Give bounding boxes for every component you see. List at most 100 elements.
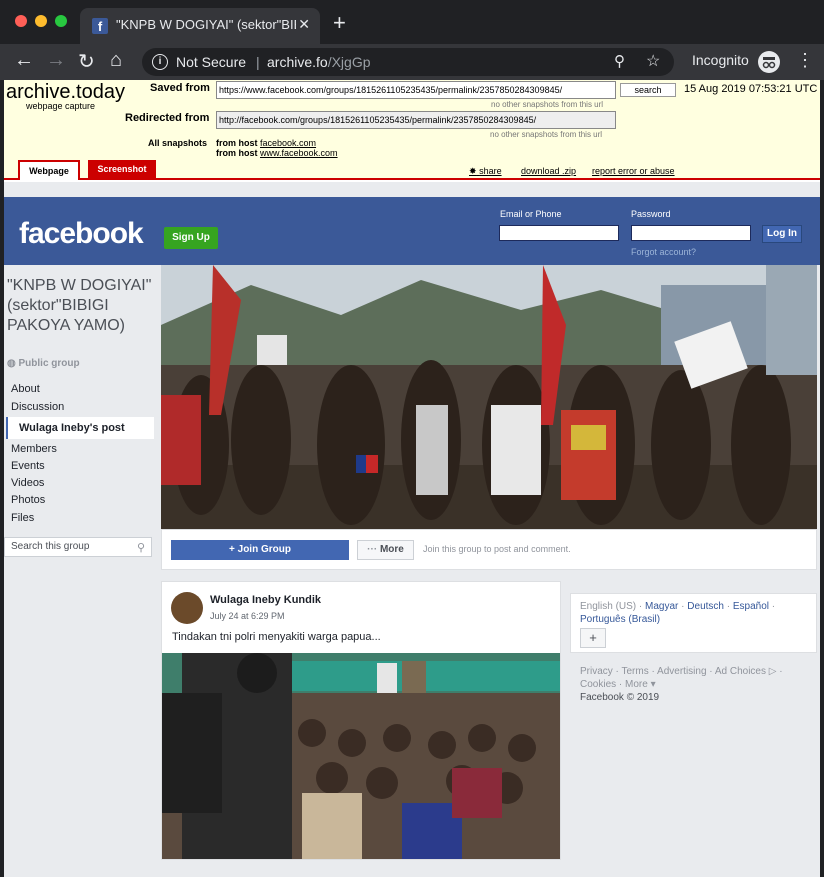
- url-host: archive.fo: [267, 54, 328, 70]
- post-photo[interactable]: [162, 653, 560, 859]
- download-link[interactable]: download .zip: [521, 166, 576, 176]
- current-language: English (US): [580, 601, 637, 612]
- privacy-label: Public group: [18, 358, 80, 369]
- sidebar-item-about[interactable]: About: [6, 381, 154, 398]
- facebook-logo[interactable]: facebook: [19, 217, 144, 251]
- minimize-window-button[interactable]: [35, 15, 47, 27]
- signup-button[interactable]: Sign Up: [164, 227, 218, 249]
- language-link-portugues[interactable]: Português (Brasil): [580, 614, 660, 625]
- incognito-icon[interactable]: [758, 51, 780, 73]
- password-input[interactable]: [631, 225, 751, 241]
- more-label: More: [379, 544, 404, 555]
- more-button[interactable]: ··· More: [357, 540, 414, 560]
- url-path: /XjgGp: [327, 54, 371, 70]
- join-hint: Join this group to post and comment.: [423, 544, 571, 554]
- footer-links[interactable]: Privacy · Terms · Advertising · Ad Choic…: [580, 665, 810, 691]
- close-window-button[interactable]: [15, 15, 27, 27]
- saved-from-label: Saved from: [150, 82, 210, 94]
- sidebar-item-events[interactable]: Events: [6, 458, 154, 475]
- host-link-www-facebook[interactable]: www.facebook.com: [260, 148, 338, 158]
- email-input[interactable]: [499, 225, 619, 241]
- all-snapshots-label: All snapshots: [148, 138, 208, 148]
- home-icon[interactable]: ⌂: [110, 49, 122, 72]
- share-icon: ✸: [469, 166, 477, 176]
- join-bar: + Join Group ··· More Join this group to…: [161, 529, 817, 570]
- browser-toolbar: ← → ↻ ⌂ i Not Secure | archive.fo/XjgGp …: [0, 44, 824, 80]
- info-icon[interactable]: i: [152, 54, 168, 70]
- archive-header: archive.today webpage capture Saved from…: [4, 80, 820, 180]
- share-label: share: [479, 166, 502, 176]
- browser-tab[interactable]: f "KNPB W DOGIYAI" (sektor"BIBI ✕: [80, 8, 320, 44]
- post-card: Wulaga Ineby Kundik July 24 at 6:29 PM T…: [161, 581, 561, 860]
- page-viewport: archive.today webpage capture Saved from…: [4, 80, 820, 877]
- tab-screenshot[interactable]: Screenshot: [88, 160, 156, 180]
- join-group-button[interactable]: + Join Group: [171, 540, 349, 560]
- more-languages-button[interactable]: +: [580, 628, 606, 648]
- bookmark-star-icon[interactable]: ☆: [646, 51, 660, 71]
- separator: |: [256, 54, 260, 70]
- saved-from-field[interactable]: https://www.facebook.com/groups/18152611…: [216, 81, 616, 99]
- browser-menu-icon[interactable]: ⋮: [796, 50, 814, 71]
- snapshot-hosts: from host facebook.com from host www.fac…: [216, 138, 338, 158]
- redirected-from-field[interactable]: http://facebook.com/groups/1815261105235…: [216, 111, 616, 129]
- post-text: Tindakan tni polri menyakiti warga papua…: [172, 631, 381, 643]
- tab-webpage[interactable]: Webpage: [18, 160, 80, 180]
- snapshot-note-2: no other snapshots from this url: [490, 130, 603, 139]
- group-search-input[interactable]: Search this group ⚲: [4, 537, 152, 557]
- sidebar-item-files[interactable]: Files: [6, 510, 154, 527]
- host-prefix: from host: [216, 138, 258, 148]
- facebook-header: facebook Sign Up Email or Phone Password…: [4, 197, 820, 265]
- host-link-facebook[interactable]: facebook.com: [260, 138, 316, 148]
- globe-icon: ◍: [7, 358, 16, 369]
- footer: Privacy · Terms · Advertising · Ad Choic…: [580, 665, 810, 704]
- snapshot-note: no other snapshots from this url: [491, 100, 604, 109]
- redirected-from-label: Redirected from: [125, 112, 210, 124]
- group-search-placeholder: Search this group: [11, 541, 90, 552]
- cover-photo[interactable]: [161, 265, 817, 529]
- forgot-account-link[interactable]: Forgot account?: [631, 247, 696, 257]
- language-link-espanol[interactable]: Español: [733, 601, 769, 612]
- sidebar-item-discussion[interactable]: Discussion: [6, 399, 154, 416]
- capture-date: 15 Aug 2019 07:53:21 UTC: [684, 83, 818, 95]
- post-timestamp[interactable]: July 24 at 6:29 PM: [210, 611, 285, 621]
- forward-icon[interactable]: →: [46, 49, 66, 72]
- author-avatar[interactable]: [171, 592, 203, 624]
- share-link[interactable]: ✸ share: [469, 166, 502, 177]
- footer-copyright: Facebook © 2019: [580, 692, 660, 703]
- zoom-icon[interactable]: ⚲: [614, 52, 625, 70]
- ellipsis-icon: ···: [367, 544, 378, 555]
- back-icon[interactable]: ←: [14, 49, 34, 72]
- browser-tab-strip: f "KNPB W DOGIYAI" (sektor"BIBI ✕ +: [0, 0, 824, 44]
- sidebar-item-photos[interactable]: Photos: [6, 492, 154, 509]
- language-box: English (US) · Magyar · Deutsch · Españo…: [570, 593, 817, 653]
- new-tab-icon[interactable]: +: [333, 10, 346, 36]
- security-label: Not Secure: [176, 54, 247, 70]
- archive-subtitle: webpage capture: [26, 101, 96, 111]
- incognito-label: Incognito: [692, 52, 749, 68]
- language-link-magyar[interactable]: Magyar: [645, 601, 678, 612]
- search-icon[interactable]: ⚲: [137, 541, 145, 554]
- spacer: [4, 182, 820, 197]
- sidebar-item-videos[interactable]: Videos: [6, 475, 154, 492]
- tab-title: "KNPB W DOGIYAI" (sektor"BIBI: [116, 17, 296, 32]
- login-button[interactable]: Log In: [762, 225, 802, 243]
- sidebar-item-post[interactable]: Wulaga Ineby's post: [6, 417, 154, 439]
- maximize-window-button[interactable]: [55, 15, 67, 27]
- group-name[interactable]: "KNPB W DOGIYAI" (sektor"BIBIGI PAKOYA Y…: [7, 276, 157, 336]
- join-label: Join Group: [237, 544, 291, 555]
- plus-icon: +: [229, 544, 235, 555]
- facebook-content: "KNPB W DOGIYAI" (sektor"BIBIGI PAKOYA Y…: [4, 265, 820, 877]
- language-link-deutsch[interactable]: Deutsch: [687, 601, 724, 612]
- url-text: archive.fo/XjgGp: [267, 54, 371, 70]
- host-prefix: from host: [216, 148, 258, 158]
- facebook-favicon-icon: f: [92, 18, 108, 34]
- reload-icon[interactable]: ↻: [78, 49, 95, 74]
- address-bar[interactable]: i Not Secure | archive.fo/XjgGp ⚲ ☆: [142, 48, 674, 76]
- post-author[interactable]: Wulaga Ineby Kundik: [210, 594, 321, 606]
- report-link[interactable]: report error or abuse: [592, 166, 675, 176]
- password-label: Password: [631, 209, 671, 219]
- close-tab-icon[interactable]: ✕: [298, 16, 310, 33]
- search-button[interactable]: search: [620, 83, 676, 97]
- group-privacy: ◍ Public group: [7, 358, 80, 369]
- sidebar-item-members[interactable]: Members: [6, 441, 154, 458]
